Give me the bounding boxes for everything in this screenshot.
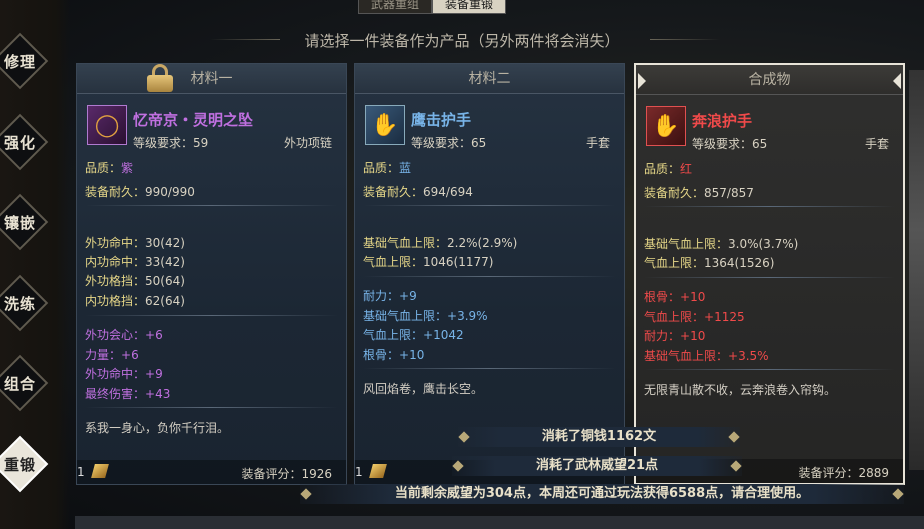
item-count: 1 xyxy=(355,465,363,479)
stat-row: 内功格挡：62(64) xyxy=(85,294,185,308)
level-requirement: 等级要求：65 xyxy=(411,136,487,150)
separator xyxy=(363,276,616,277)
extra-stat-row: 基础气血上限：+3.5% xyxy=(644,349,769,363)
item-count: 1 xyxy=(77,465,85,479)
panel-title: 材料二 xyxy=(355,64,624,94)
separator xyxy=(644,206,895,207)
item-name: 鹰击护手 xyxy=(411,111,472,129)
panel-title: 合成物 xyxy=(636,65,903,95)
message-prestige-remaining: 当前剩余威望为304点，本周还可通过玩法获得6588点，请合理使用。 xyxy=(300,484,904,504)
extra-stat-row: 力量：+6 xyxy=(85,348,139,362)
separator xyxy=(644,277,895,278)
separator xyxy=(363,205,616,206)
bottom-strip xyxy=(75,516,924,529)
lock-icon[interactable] xyxy=(147,64,173,92)
item-type: 手套 xyxy=(585,136,610,150)
stat-row: 气血上限：1046(1177) xyxy=(363,255,494,269)
flavor-text: 无限青山散不收，云奔浪卷入帘钩。 xyxy=(644,383,837,397)
extra-stat-row: 外功命中：+9 xyxy=(85,367,163,381)
side-menu-combine[interactable]: 组合 xyxy=(0,354,49,412)
message-prestige-cost: 消耗了武林威望21点 xyxy=(452,456,742,476)
level-requirement: 等级要求：59 xyxy=(133,136,209,150)
extra-stat-row: 根骨：+10 xyxy=(363,348,425,362)
gauntlet-icon: ✋ xyxy=(646,106,686,146)
item-name: 忆帝京・灵明之坠 xyxy=(133,111,254,129)
stat-row: 基础气血上限：2.2%(2.9%) xyxy=(363,236,518,250)
gold-ingot-icon xyxy=(369,464,387,478)
product-panel[interactable]: 合成物 ✋ 奔浪护手 等级要求：65 手套 品质：红 装备耐久：857/857 … xyxy=(634,63,905,485)
arrow-left-icon xyxy=(638,73,646,89)
message-copper-cost: 消耗了铜钱1162文 xyxy=(458,427,740,447)
gold-ingot-icon xyxy=(91,464,109,478)
side-menu-enhance[interactable]: 强化 xyxy=(0,113,49,171)
top-tabs: 武器重组 装备重锻 xyxy=(358,0,507,14)
side-menu-refine[interactable]: 洗练 xyxy=(0,274,49,332)
tab-equip-reforge[interactable]: 装备重锻 xyxy=(432,0,507,14)
gauntlet-icon: ✋ xyxy=(365,105,405,145)
equipment-score: 装备评分：1926 xyxy=(241,467,332,481)
page-subtitle: 请选择一件装备作为产品（另外两件将会消失） xyxy=(304,32,620,50)
separator xyxy=(85,315,338,316)
item-type: 外功项链 xyxy=(283,136,332,150)
durability-row: 装备耐久：857/857 xyxy=(644,186,754,200)
right-decoration xyxy=(909,70,924,470)
divider-right xyxy=(650,39,720,40)
separator xyxy=(363,368,616,369)
stat-row: 外功格挡：50(64) xyxy=(85,274,185,288)
stat-row: 基础气血上限：3.0%(3.7%) xyxy=(644,237,799,251)
extra-stat-row: 最终伤害：+43 xyxy=(85,387,171,401)
arrow-right-icon xyxy=(893,73,901,89)
extra-stat-row: 气血上限：+1042 xyxy=(363,328,464,342)
equipment-score: 装备评分：2889 xyxy=(798,466,889,480)
tab-weapon-recombine[interactable]: 武器重组 xyxy=(358,0,433,14)
item-name: 奔浪护手 xyxy=(692,112,753,130)
quality-row: 品质：蓝 xyxy=(363,161,412,175)
material-two-panel[interactable]: 材料二 ✋ 鹰击护手 等级要求：65 手套 品质：蓝 装备耐久：694/694 … xyxy=(354,63,625,485)
extra-stat-row: 根骨：+10 xyxy=(644,290,706,304)
side-menu-repair[interactable]: 修理 xyxy=(0,32,49,90)
durability-row: 装备耐久：694/694 xyxy=(363,185,473,199)
panel-title: 材料一 xyxy=(77,64,346,94)
quality-row: 品质：红 xyxy=(644,162,693,176)
extra-stat-row: 基础气血上限：+3.9% xyxy=(363,309,488,323)
side-menu-reforge[interactable]: 重锻 xyxy=(0,435,49,493)
flavor-text: 系我一身心，负你千行泪。 xyxy=(85,421,230,435)
item-type: 手套 xyxy=(864,137,889,151)
extra-stat-row: 外功会心：+6 xyxy=(85,328,163,342)
quality-row: 品质：紫 xyxy=(85,161,134,175)
separator xyxy=(85,407,338,408)
durability-row: 装备耐久：990/990 xyxy=(85,185,195,199)
separator xyxy=(85,205,338,206)
stat-row: 气血上限：1364(1526) xyxy=(644,256,775,270)
side-menu-inlay[interactable]: 镶嵌 xyxy=(0,193,49,251)
stat-row: 外功命中：30(42) xyxy=(85,236,185,250)
material-one-panel[interactable]: 材料一 ◯ 忆帝京・灵明之坠 等级要求：59 外功项链 品质：紫 装备耐久：99… xyxy=(76,63,347,485)
stat-row: 内功命中：33(42) xyxy=(85,255,185,269)
extra-stat-row: 气血上限：+1125 xyxy=(644,310,745,324)
extra-stat-row: 耐力：+10 xyxy=(644,329,706,343)
level-requirement: 等级要求：65 xyxy=(692,137,768,151)
panel-footer: 1 装备评分：1926 xyxy=(77,460,346,484)
extra-stat-row: 耐力：+9 xyxy=(363,289,417,303)
necklace-icon: ◯ xyxy=(87,105,127,145)
flavor-text: 风回焰卷，鹰击长空。 xyxy=(363,382,484,396)
separator xyxy=(644,369,895,370)
